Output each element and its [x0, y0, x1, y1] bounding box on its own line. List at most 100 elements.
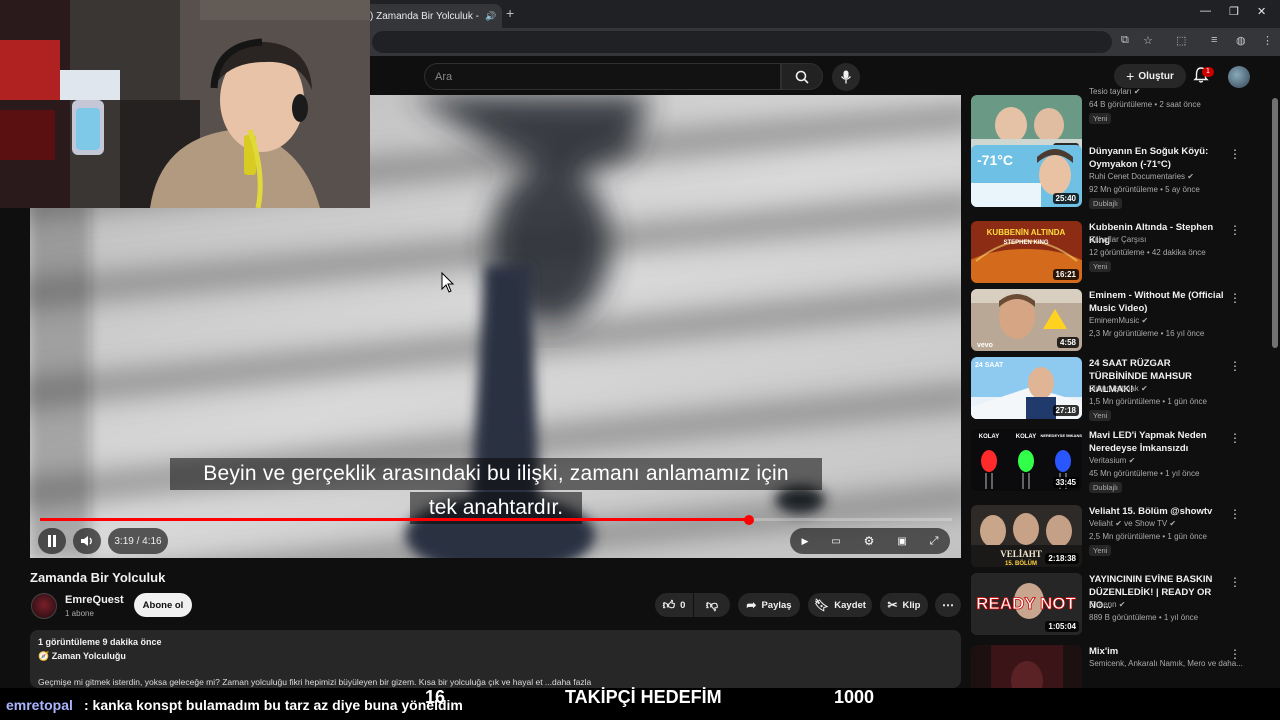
recommendation-card[interactable]: KUBBENİN ALTINDA STEPHEN KING 16:21 Kubbe…: [971, 221, 1266, 287]
settings-gear-icon[interactable]: ⚙: [864, 534, 875, 548]
recommendation-meta: 45 Mn görüntüleme • 1 yıl önce: [1089, 469, 1200, 478]
recommendation-title[interactable]: Eminem - Without Me (Official Music Vide…: [1089, 289, 1229, 315]
thumb-text: KUBBENİN ALTINDA: [987, 228, 1066, 237]
more-options-icon[interactable]: ⋮: [1229, 291, 1241, 305]
browser-tab[interactable]: ) Zamanda Bir Yolculuk - 🔊 ✕: [362, 4, 502, 28]
recommendation-card[interactable]: READY NOT 1:05:04 YAYINCININ EVİNE BASKI…: [971, 573, 1266, 639]
progress-scrubber[interactable]: [744, 515, 754, 525]
video-thumbnail[interactable]: VELİAHT 15. BÖLÜM 2:18:38: [971, 505, 1082, 567]
plus-icon: +: [1126, 68, 1135, 84]
subscriber-count: 1 abone: [65, 609, 94, 618]
volume-button[interactable]: [73, 528, 101, 554]
video-thumbnail[interactable]: READY NOT 1:05:04: [971, 573, 1082, 635]
search-button[interactable]: [781, 63, 823, 90]
recommendation-title[interactable]: Mix'im: [1089, 645, 1229, 658]
more-options-icon[interactable]: ⋮: [1229, 147, 1241, 161]
like-count: 0: [680, 599, 686, 611]
recommendation-channel[interactable]: Sahaflar Çarşısı: [1089, 235, 1146, 244]
recommendation-meta: 1,5 Mn görüntüleme • 1 gün önce: [1089, 397, 1207, 406]
save-button[interactable]: 🔖︎ Kaydet: [808, 593, 872, 617]
more-options-icon[interactable]: ⋮: [1229, 507, 1241, 521]
dislike-button[interactable]: 👎︎: [694, 593, 730, 617]
more-options-icon[interactable]: ⋮: [1229, 431, 1241, 445]
thumb-text: KOLAY: [1016, 434, 1036, 440]
recommendation-channel[interactable]: Veliaht ✔ ve Show TV ✔: [1089, 519, 1176, 528]
like-button[interactable]: 👍︎ 0: [655, 593, 693, 617]
progress-bar[interactable]: [40, 518, 952, 521]
close-window-icon[interactable]: ✕: [1257, 5, 1266, 18]
duration-badge: 25:40: [1052, 193, 1079, 204]
progress-fill: [40, 518, 749, 521]
search-input[interactable]: Ara: [424, 63, 781, 90]
recommendation-card[interactable]: 24 SAAT 27:18 24 SAAT RÜZGAR TÜRBİNİNDE …: [971, 357, 1266, 423]
recommendation-channel[interactable]: Tesio tayları ✔: [1089, 87, 1141, 96]
extensions-icon[interactable]: ⬚: [1176, 34, 1186, 47]
thumb-text: -71°C: [977, 152, 1013, 168]
scrollbar-thumb[interactable]: [1272, 98, 1278, 348]
video-thumbnail[interactable]: vevo 4:58: [971, 289, 1082, 351]
recommendation-channel[interactable]: Orkun Işıtmak ✔: [1089, 384, 1148, 393]
cast-icon[interactable]: ⧉: [1121, 34, 1129, 47]
more-options-icon[interactable]: ⋮: [1229, 359, 1241, 373]
recommendation-badge: Yeni: [1089, 410, 1112, 421]
bookmark-star-icon[interactable]: ☆: [1143, 34, 1153, 47]
new-tab-icon[interactable]: +: [506, 5, 520, 21]
recommendation-card[interactable]: VELİAHT 15. BÖLÜM 2:18:38 Veliaht 15. Böl…: [971, 505, 1266, 571]
minimize-icon[interactable]: —: [1200, 5, 1211, 17]
time-display: 3:19 / 4:16: [108, 528, 168, 554]
subtitle-line-1: Beyin ve gerçeklik arasındaki bu ilişki,…: [170, 458, 822, 490]
pause-button[interactable]: [38, 528, 66, 554]
video-thumbnail[interactable]: KUBBENİN ALTINDA STEPHEN KING 16:21: [971, 221, 1082, 283]
recommendation-card[interactable]: vevo 4:58 Eminem - Without Me (Official …: [971, 289, 1266, 355]
thumbs-down-icon: 👎︎: [705, 597, 719, 612]
recommendation-title[interactable]: Mavi LED'i Yapmak Neden Neredeyse İmkans…: [1089, 429, 1229, 455]
recommendation-card[interactable]: -71°C 25:40 Dünyanın En Soğuk Köyü: Oymy…: [971, 145, 1266, 211]
channel-name[interactable]: EmreQuest: [65, 594, 124, 606]
more-options-icon[interactable]: ⋮: [1229, 575, 1241, 589]
recommendation-card[interactable]: KOLAY KOLAY NEREDEYSE İMKANSIZ 33:45 Mavi …: [971, 429, 1266, 495]
more-options-icon[interactable]: ⋮: [1229, 647, 1241, 661]
duration-badge: 16:21: [1052, 269, 1079, 280]
recommendation-channel[interactable]: EminemMusic ✔: [1089, 316, 1148, 325]
chat-message: : kanka konspt bulamadım bu tarz az diye…: [84, 697, 463, 713]
browser-menu-icon[interactable]: ⋮: [1262, 34, 1273, 47]
address-bar[interactable]: [372, 31, 1112, 53]
profile-icon[interactable]: ◍: [1236, 34, 1246, 47]
clip-button[interactable]: ✂ Klip: [880, 593, 928, 617]
recommendation-title[interactable]: Veliaht 15. Bölüm @showtv: [1089, 505, 1229, 518]
create-label: Oluştur: [1138, 70, 1174, 82]
description-text: Geçmişe mi gitmek isterdin, yoksa gelece…: [38, 677, 592, 687]
autoplay-icon[interactable]: ▶: [801, 536, 808, 547]
create-button[interactable]: + Oluştur: [1114, 64, 1186, 88]
captions-icon[interactable]: ▭: [831, 536, 840, 547]
recommendation-channel[interactable]: Ruhi Cenet Documentaries ✔: [1089, 172, 1194, 181]
voice-search-button[interactable]: [832, 63, 860, 91]
video-thumbnail[interactable]: KOLAY KOLAY NEREDEYSE İMKANSIZ 33:45: [971, 429, 1082, 491]
duration-badge: 2:18:38: [1045, 553, 1079, 564]
recommendation-meta: 12 görüntüleme • 42 dakika önce: [1089, 248, 1206, 257]
recommendation-channel[interactable]: Veritasium ✔: [1089, 456, 1135, 465]
recommendation-channel[interactable]: Semicenk, Ankaralı Namık, Mero ve daha..…: [1089, 659, 1243, 668]
recommendation-title[interactable]: Dünyanın En Soğuk Köyü: Oymyakon (-71°C): [1089, 145, 1229, 171]
more-options-icon[interactable]: ⋮: [1229, 223, 1241, 237]
recommendation-badge: Yeni: [1089, 113, 1112, 124]
recommendation-meta: 2,3 Mr görüntüleme • 16 yıl önce: [1089, 329, 1205, 338]
video-thumbnail[interactable]: 24 SAAT 27:18: [971, 357, 1082, 419]
share-button[interactable]: ➦ Paylaş: [738, 593, 800, 617]
time-text: 3:19 / 4:16: [114, 535, 162, 547]
channel-avatar[interactable]: [31, 593, 57, 619]
recommendation-channel[interactable]: Elraenn ✔: [1089, 600, 1126, 609]
bookmark-icon: 🔖︎: [814, 598, 830, 612]
tab-title: ) Zamanda Bir Yolculuk -: [370, 10, 479, 22]
thumb-text: VELİAHT: [1000, 549, 1042, 559]
account-avatar[interactable]: [1228, 66, 1250, 88]
fullscreen-icon[interactable]: ⤢: [930, 535, 939, 548]
subscribe-button[interactable]: Abone ol: [134, 593, 192, 617]
more-actions-button[interactable]: ⋯: [935, 593, 961, 617]
recommendation-badge: Dublajlı: [1089, 198, 1123, 209]
miniplayer-icon[interactable]: ▣: [897, 536, 906, 547]
video-thumbnail[interactable]: -71°C 25:40: [971, 145, 1082, 207]
maximize-icon[interactable]: ❐: [1229, 5, 1239, 18]
media-icon[interactable]: ≡: [1211, 34, 1217, 46]
thumb-text: STEPHEN KING: [1003, 240, 1048, 246]
